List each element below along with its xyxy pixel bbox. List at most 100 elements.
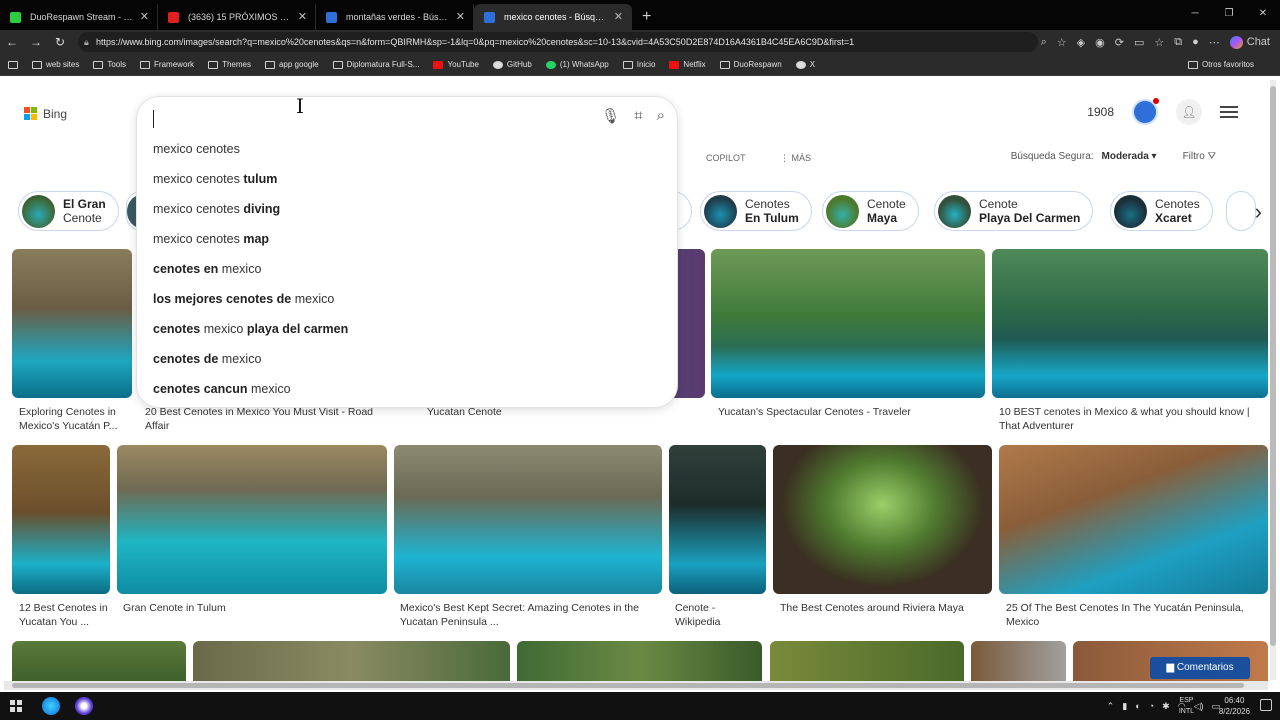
- bookmark-icon[interactable]: [8, 60, 18, 69]
- image-result[interactable]: [394, 445, 662, 594]
- image-result[interactable]: [992, 249, 1268, 398]
- image-caption[interactable]: Mexico's Best Kept Secret: Amazing Cenot…: [400, 601, 655, 629]
- chip-cenotes-en-tulum[interactable]: Cenotes En Tulum: [700, 191, 812, 231]
- suggestion-item[interactable]: cenotes cancun mexico: [153, 382, 291, 396]
- forward-icon[interactable]: →: [24, 35, 48, 49]
- bookmark-web-sites[interactable]: web sites: [32, 60, 79, 69]
- image-caption[interactable]: 20 Best Cenotes in Mexico You Must Visit…: [145, 405, 395, 433]
- scroll-thumb[interactable]: [1270, 86, 1276, 646]
- chip-cenotes-xcaret[interactable]: Cenotes Xcaret: [1110, 191, 1213, 231]
- favorites-icon[interactable]: ☆: [1154, 36, 1164, 49]
- bookmark-app-google[interactable]: app google: [264, 60, 319, 69]
- clock[interactable]: 06:40 8/2/2026: [1219, 695, 1250, 717]
- microphone-icon[interactable]: 🎙︎: [601, 107, 620, 125]
- suggestion-item[interactable]: los mejores cenotes de mexico: [153, 292, 334, 306]
- tab-youtube[interactable]: (3636) 15 PRÓXIMOS Juegos MÁS✕: [158, 4, 316, 30]
- notification-icon[interactable]: [1260, 699, 1272, 711]
- image-caption[interactable]: 12 Best Cenotes in Yucatan You ...: [19, 601, 111, 629]
- image-result[interactable]: [711, 249, 985, 398]
- rewards-icon[interactable]: [1132, 98, 1159, 125]
- extension-icon[interactable]: ◈: [1077, 36, 1085, 49]
- image-caption[interactable]: The Best Cenotes around Riviera Maya: [780, 601, 990, 615]
- app-tray-icon[interactable]: ◐: [1135, 701, 1140, 711]
- image-result[interactable]: [999, 445, 1268, 594]
- minimize-icon[interactable]: ─: [1178, 0, 1212, 28]
- scroll-thumb[interactable]: [12, 683, 1244, 688]
- chevron-right-icon[interactable]: ›: [1255, 199, 1262, 225]
- split-screen-icon[interactable]: ▭: [1134, 36, 1144, 49]
- image-result[interactable]: [517, 641, 762, 681]
- chip-partial-right[interactable]: [1226, 191, 1256, 231]
- image-caption[interactable]: Cenote - Wikipedia: [675, 601, 735, 629]
- suggestion-item[interactable]: mexico cenotes: [153, 142, 240, 156]
- maximize-icon[interactable]: ❐: [1212, 0, 1246, 28]
- new-tab-button[interactable]: +: [632, 4, 661, 30]
- bookmark-whatsapp[interactable]: (1) WhatsApp: [545, 60, 609, 69]
- filter-button[interactable]: Filtro ⛛: [1183, 151, 1216, 162]
- bookmark-tools[interactable]: Tools: [93, 60, 126, 69]
- bookmark-diplomatura[interactable]: Diplomatura Full-S...: [332, 60, 419, 69]
- bookmark-netflix[interactable]: Netflix: [669, 60, 706, 69]
- image-caption[interactable]: 10 BEST cenotes in Mexico & what you sho…: [999, 405, 1261, 433]
- tab-mexico-cenotes[interactable]: mexico cenotes - Búsqueda Imágenes✕: [474, 4, 632, 30]
- horizontal-scrollbar[interactable]: [4, 681, 1268, 690]
- menu-icon[interactable]: [1220, 106, 1238, 118]
- suggestion-item[interactable]: mexico cenotes tulum: [153, 172, 277, 186]
- image-caption[interactable]: Exploring Cenotes in Mexico's Yucatán P.…: [19, 405, 127, 433]
- language-indicator[interactable]: ESP INTL: [1179, 695, 1194, 717]
- tab-montanas[interactable]: montañas verdes - Búsqueda ✕: [316, 4, 474, 30]
- windows-start-icon[interactable]: [10, 700, 22, 712]
- bookmark-themes[interactable]: Themes: [208, 60, 251, 69]
- tab-duorespawn[interactable]: DuoRespawn Stream - Watch Live ✕: [0, 4, 158, 30]
- favorite-star-icon[interactable]: ☆: [1057, 36, 1067, 49]
- image-result[interactable]: [770, 641, 964, 681]
- nav-more[interactable]: ⋮ MÁS: [780, 153, 811, 167]
- refresh-icon[interactable]: ↻: [48, 35, 72, 49]
- bookmark-x[interactable]: X: [795, 60, 815, 69]
- image-caption[interactable]: Yucatan's Spectacular Cenotes - Traveler: [718, 405, 978, 419]
- bookmark-framework[interactable]: Framework: [140, 60, 194, 69]
- image-result[interactable]: [773, 445, 992, 594]
- search-input[interactable]: [153, 109, 573, 131]
- suggestion-item[interactable]: cenotes mexico playa del carmen: [153, 322, 348, 336]
- image-result[interactable]: [12, 249, 132, 398]
- chip-cenote-playa-del-carmen[interactable]: Cenote Playa Del Carmen: [934, 191, 1094, 231]
- close-icon[interactable]: ✕: [298, 4, 307, 30]
- usb-icon[interactable]: ▮: [1122, 701, 1127, 712]
- suggestion-item[interactable]: mexico cenotes diving: [153, 202, 280, 216]
- visual-search-icon[interactable]: ⌗: [634, 107, 642, 125]
- app-taskbar-icon[interactable]: [75, 697, 93, 715]
- suggestion-item[interactable]: cenotes en mexico: [153, 262, 261, 276]
- search-icon[interactable]: ⌕: [657, 107, 665, 125]
- zoom-icon[interactable]: ⌕: [1041, 36, 1047, 49]
- suggestion-item[interactable]: cenotes de mexico: [153, 352, 261, 366]
- close-icon[interactable]: ✕: [140, 4, 149, 30]
- image-result[interactable]: [193, 641, 510, 681]
- safe-search-dropdown[interactable]: Moderada ▾: [1102, 151, 1157, 162]
- network-icon[interactable]: ◔: [1149, 701, 1154, 711]
- vertical-scrollbar[interactable]: [1270, 80, 1276, 680]
- close-window-icon[interactable]: ✕: [1246, 0, 1280, 28]
- close-icon[interactable]: ✕: [456, 4, 465, 30]
- image-result[interactable]: [669, 445, 766, 594]
- extension-icon[interactable]: ◉: [1095, 36, 1105, 49]
- image-result[interactable]: [12, 641, 186, 681]
- close-icon[interactable]: ✕: [614, 4, 623, 30]
- bing-logo[interactable]: Bing: [24, 107, 67, 121]
- suggestion-item[interactable]: mexico cenotes map: [153, 232, 269, 246]
- profile-icon[interactable]: 👤︎: [1176, 99, 1202, 125]
- image-result[interactable]: [12, 445, 110, 594]
- image-result[interactable]: [117, 445, 387, 594]
- chip-cenote-maya[interactable]: Cenote Maya: [822, 191, 919, 231]
- url-bar[interactable]: 🔒︎ https://www.bing.com/images/search?q=…: [78, 32, 1038, 52]
- image-caption[interactable]: Gran Cenote in Tulum: [123, 601, 373, 615]
- copilot-chat-button[interactable]: Chat: [1229, 35, 1270, 49]
- nav-copilot[interactable]: COPILOT: [706, 153, 746, 167]
- other-favorites[interactable]: Otros favoritos: [1187, 54, 1254, 76]
- image-caption[interactable]: 25 Of The Best Cenotes In The Yucatán Pe…: [1006, 601, 1266, 629]
- bookmark-youtube[interactable]: YouTube: [433, 60, 479, 69]
- back-icon[interactable]: ←: [0, 35, 24, 49]
- bookmark-inicio[interactable]: Inicio: [622, 60, 655, 69]
- edge-taskbar-icon[interactable]: [42, 697, 60, 715]
- bookmark-github[interactable]: GitHub: [492, 60, 532, 69]
